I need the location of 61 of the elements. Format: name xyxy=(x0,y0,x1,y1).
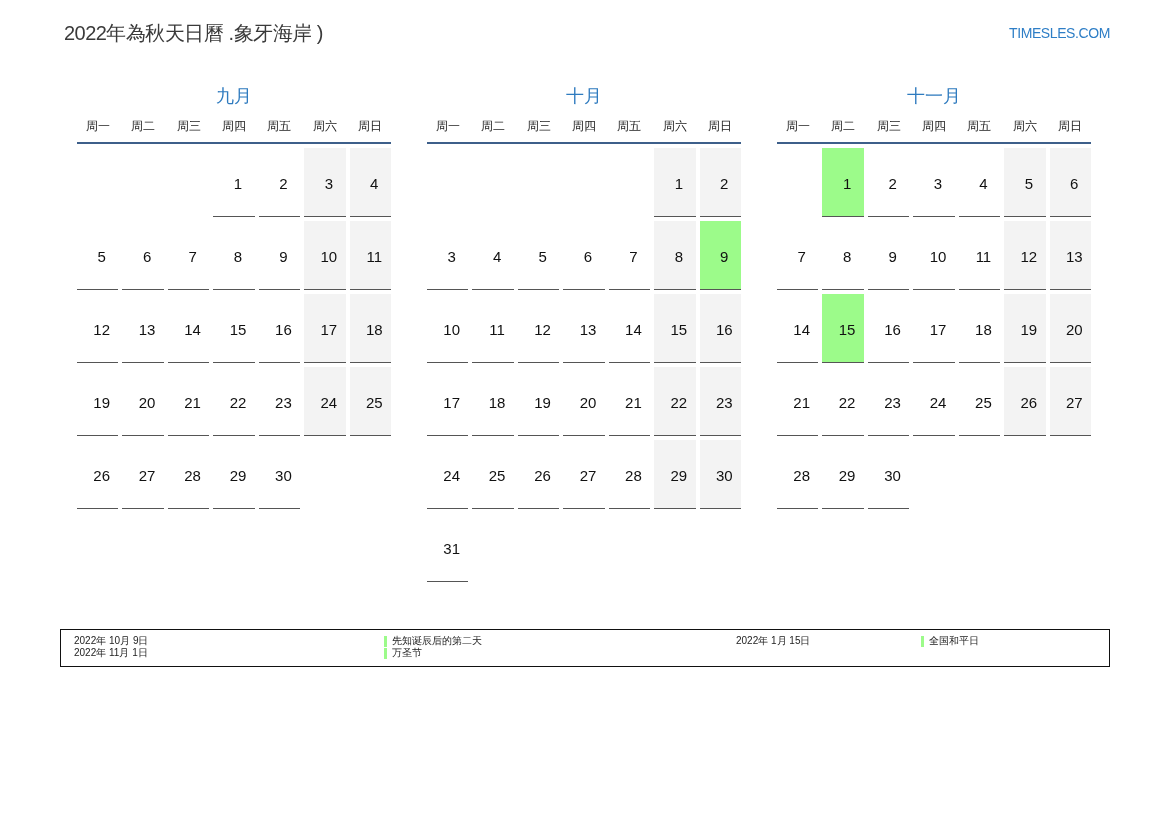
holiday-date: 2022年 10月 9日 xyxy=(74,635,149,647)
page-title: 2022年為秋天日曆 .象牙海岸 ) xyxy=(64,21,323,46)
month-title: 十一月 xyxy=(907,85,961,108)
weekday-label: 周三 xyxy=(526,118,551,135)
day-cell: 19 xyxy=(1004,294,1046,363)
day-cell: 1 xyxy=(822,148,864,217)
swatch-icon xyxy=(921,635,924,647)
weekday-label: 周一 xyxy=(85,118,110,135)
day-cell: 26 xyxy=(1004,367,1046,436)
day-cell: 2 xyxy=(699,148,741,217)
day-cell: 23 xyxy=(699,367,741,436)
holiday-name: 先知诞辰后的第二天 xyxy=(392,635,482,647)
weekday-label: 周日 xyxy=(708,118,733,135)
day-cell: 27 xyxy=(1049,367,1091,436)
weekday-label: 周日 xyxy=(358,118,383,135)
holiday-name: 万圣节 xyxy=(392,647,422,659)
day-cell: 12 xyxy=(1004,221,1046,290)
day-cell: 29 xyxy=(654,440,696,509)
weekday-label: 周四 xyxy=(572,118,596,135)
day-cell: 1 xyxy=(654,148,696,217)
day-cell: 16 xyxy=(699,294,741,363)
day-cell: 3 xyxy=(304,148,346,217)
day-cell: 5 xyxy=(1004,148,1046,217)
weekday-label: 周二 xyxy=(131,118,156,135)
day-cell: 10 xyxy=(304,221,346,290)
day-cell: 20 xyxy=(1049,294,1091,363)
weekday-label: 周六 xyxy=(662,118,687,135)
holiday-date: 2022年 1月 15日 xyxy=(736,635,811,647)
day-cell: 8 xyxy=(654,221,696,290)
weekday-label: 周六 xyxy=(312,118,337,135)
day-cell: 24 xyxy=(304,367,346,436)
month-title: 十月 xyxy=(566,85,602,108)
weekday-label: 周一 xyxy=(785,118,810,135)
day-cell: 6 xyxy=(1049,148,1091,217)
day-cell: 15 xyxy=(822,294,864,363)
site-link[interactable]: TIMESLES.COM xyxy=(1009,24,1110,42)
day-cell: 22 xyxy=(654,367,696,436)
weekday-label: 周四 xyxy=(222,118,246,135)
day-cell: 30 xyxy=(699,440,741,509)
day-cell: 11 xyxy=(349,221,391,290)
day-cell: 9 xyxy=(699,221,741,290)
day-cell: 18 xyxy=(349,294,391,363)
day-cell: 17 xyxy=(304,294,346,363)
holiday-name: 全国和平日 xyxy=(929,635,979,647)
weekday-label: 周一 xyxy=(435,118,460,135)
weekday-label: 周二 xyxy=(481,118,506,135)
day-cell: 25 xyxy=(349,367,391,436)
weekday-label: 周三 xyxy=(876,118,901,135)
weekday-label: 周五 xyxy=(967,118,992,135)
day-cell: 4 xyxy=(349,148,391,217)
day-cell: 15 xyxy=(654,294,696,363)
weekday-label: 周六 xyxy=(1012,118,1037,135)
day-cell: 13 xyxy=(1049,221,1091,290)
weekday-label: 周三 xyxy=(176,118,201,135)
month-title: 九月 xyxy=(216,85,252,108)
holiday-date: 2022年 11月 1日 xyxy=(74,647,148,659)
weekday-label: 周五 xyxy=(617,118,642,135)
weekday-label: 周四 xyxy=(922,118,946,135)
weekday-label: 周日 xyxy=(1058,118,1083,135)
weekday-label: 周二 xyxy=(831,118,856,135)
weekday-label: 周五 xyxy=(267,118,292,135)
